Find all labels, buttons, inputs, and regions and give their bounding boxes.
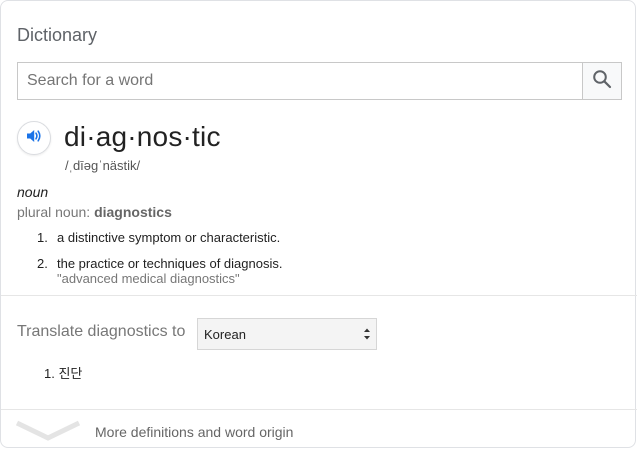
speaker-icon [25,127,43,150]
translate-label: Translate diagnostics to [17,323,186,340]
plural-label: plural noun: [17,204,91,220]
search-icon [592,69,612,94]
divider [1,295,637,296]
more-definitions-label: More definitions and word origin [95,424,294,440]
definition-example: "advanced medical diagnostics" [57,271,240,286]
definition-number: 1. [37,230,48,245]
pronunciation-button[interactable] [17,121,51,155]
divider [1,409,637,410]
search-bar [17,62,622,100]
translation-number: 1. [44,366,55,381]
plural-form: plural noun: diagnostics [17,204,172,220]
more-definitions-button[interactable]: More definitions and word origin [1,411,637,449]
language-select[interactable]: Korean [197,318,377,350]
select-arrows-icon [363,326,371,342]
translation-result: 1. 진단 [44,363,82,382]
definition-text: the practice or techniques of diagnosis. [57,256,283,271]
phonetic-spelling: /ˌdīəɡˈnästik/ [65,158,141,173]
dictionary-title: Dictionary [17,25,98,45]
search-button[interactable] [582,62,622,100]
search-input[interactable] [17,62,582,100]
chevron-down-icon [15,419,81,448]
headword: di·ag·nos·tic [64,121,221,152]
dictionary-card: Dictionary di·ag·nos·tic /ˌdīəɡˈnästik/ … [0,0,637,449]
language-select-value: Korean [204,326,246,342]
translation-text: 진단 [58,366,83,381]
part-of-speech: noun [17,184,49,200]
definition-number: 2. [37,256,48,271]
plural-word: diagnostics [94,204,172,220]
definition-text: a distinctive symptom or characteristic. [57,230,281,245]
